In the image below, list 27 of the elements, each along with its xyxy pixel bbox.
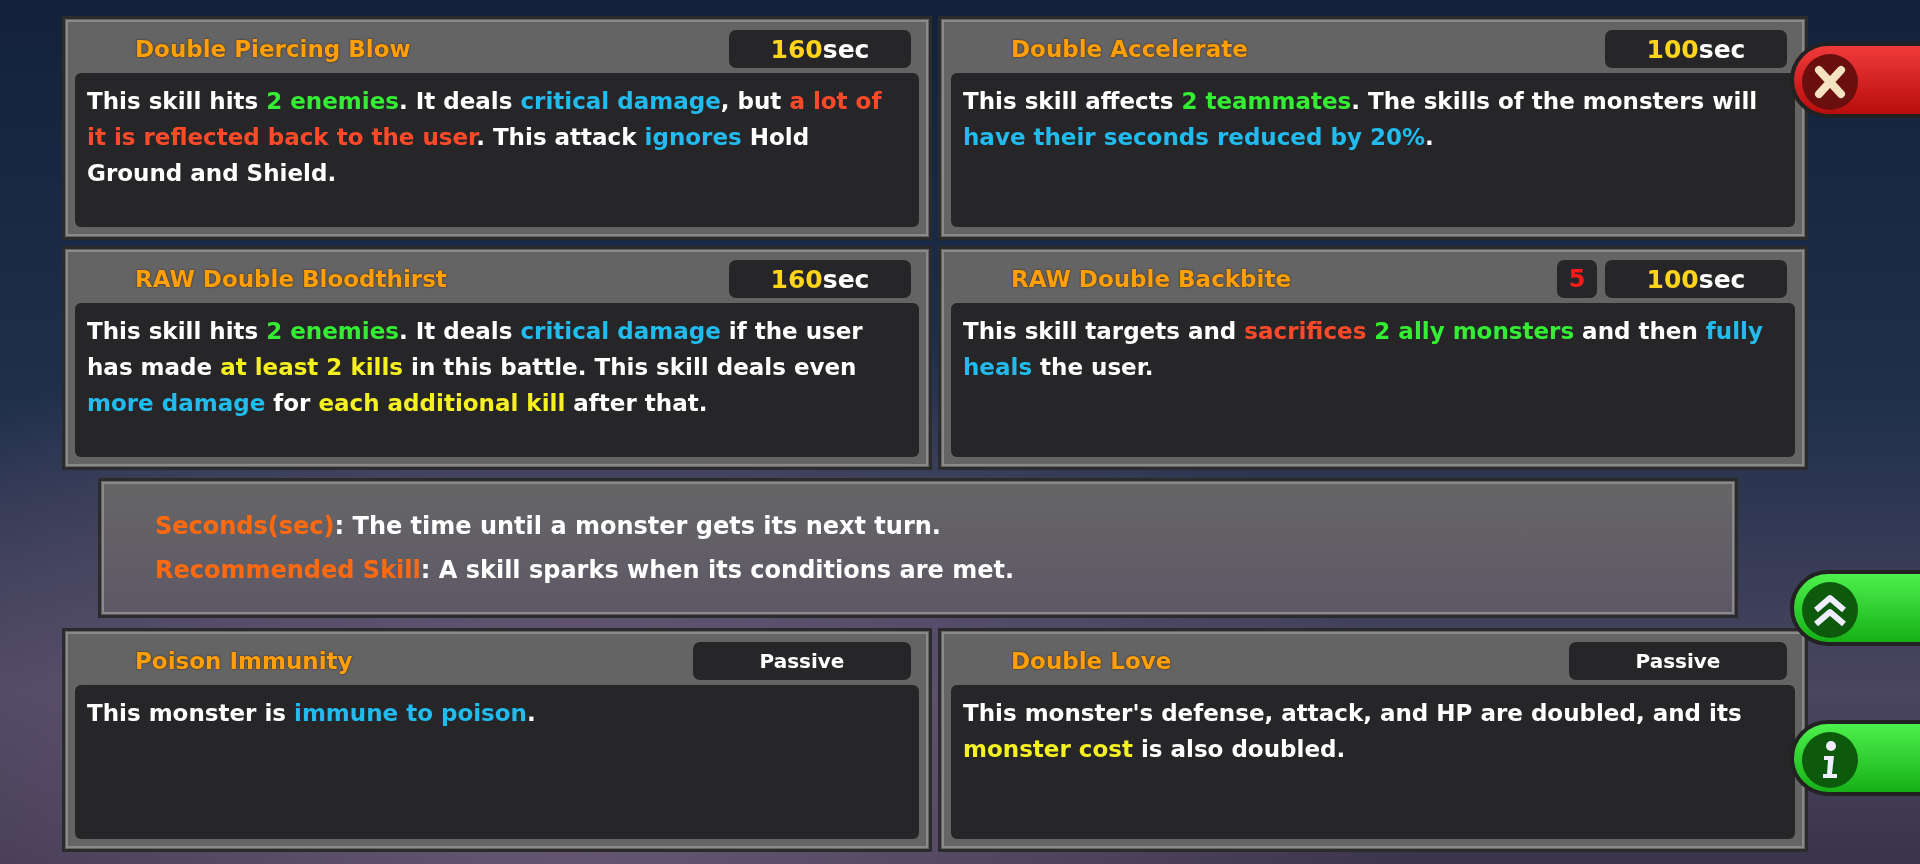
skill-title: Double Love [1011,648,1173,674]
seconds-label: 160sec [729,30,911,68]
close-button[interactable] [1790,42,1920,118]
info-button[interactable] [1790,720,1920,796]
skill-title: RAW Double Backbite [1011,266,1292,292]
skill-description: This skill hits 2 enemies. It deals critical damage if the user has made at least 2 kills in this battle. This skill deals even more damage for each additional kill after that. [87,317,864,418]
skill-description: This skill targets and sacrifices 2 ally monsters and then fully heals the user. [963,317,1764,382]
seconds-label: 100sec [1605,260,1787,298]
skill-title: Double Piercing Blow [135,36,412,62]
seconds-label: 100sec [1605,30,1787,68]
legend-text: Seconds(sec): The time until a monster gets its next turn. [155,511,942,542]
close-icon [1800,52,1860,112]
skill-description: This skill hits 2 enemies. It deals critical damage, but a lot of it is reflected back to the user. This attack ignores Hold Ground and Shield. [87,87,883,188]
scroll-up-button[interactable] [1790,570,1920,646]
skill-description: This monster is immune to poison. [87,699,537,728]
skill-description: This skill affects 2 teammates. The skills of the monsters will have their seconds reduced by 20%. [963,87,1759,152]
skill-title: Double Accelerate [1011,36,1249,62]
skill-title: Poison Immunity [135,648,354,674]
skill-title: RAW Double Bloodthirst [135,266,448,292]
legend-text: Recommended Skill: A skill sparks when its conditions are met. [155,555,1016,586]
skill-description: This monster's defense, attack, and HP are doubled, and its monster cost is also doubled. [963,699,1743,764]
passive-label: Passive [693,642,911,680]
info-icon [1800,730,1860,790]
passive-label: Passive [1569,642,1787,680]
count-badge: 5 [1557,260,1597,298]
double-chevron-up-icon [1800,580,1860,640]
seconds-label: 160sec [729,260,911,298]
